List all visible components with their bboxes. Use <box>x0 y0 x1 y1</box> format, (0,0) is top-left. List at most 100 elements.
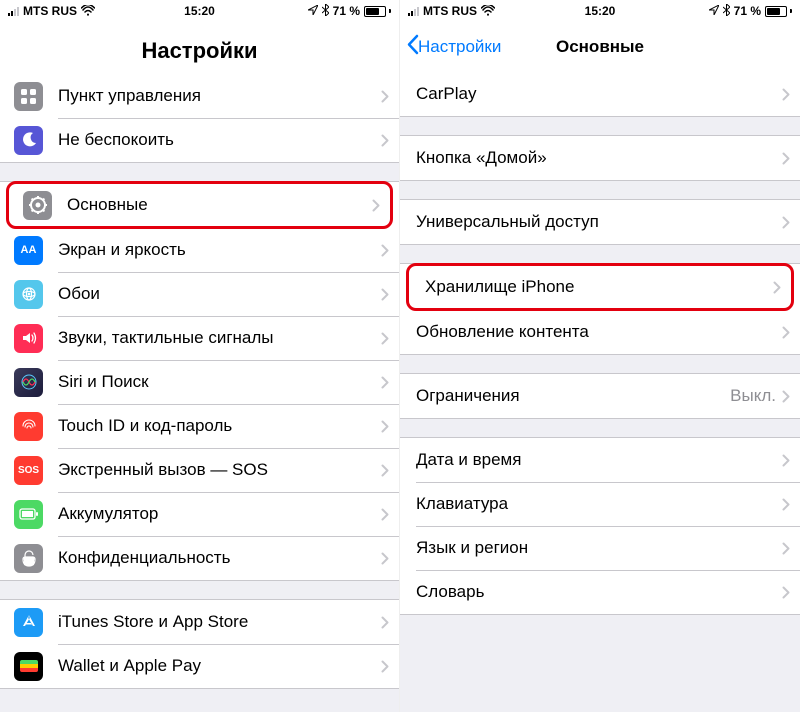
signal-icon <box>408 6 419 16</box>
nav-bar: Настройки Основные <box>400 22 800 72</box>
settings-row[interactable]: Основные <box>9 184 390 226</box>
highlighted-row: Хранилище iPhone <box>406 263 794 311</box>
battery-icon <box>364 6 391 17</box>
chevron-right-icon <box>381 85 389 107</box>
chevron-right-icon <box>782 449 790 471</box>
settings-group: Хранилище iPhone Обновление контента <box>400 263 800 355</box>
row-value: Выкл. <box>730 386 776 406</box>
settings-row[interactable]: iTunes Store и App Store <box>0 600 399 644</box>
settings-row[interactable]: Хранилище iPhone <box>409 266 791 308</box>
settings-group: Универсальный доступ <box>400 199 800 245</box>
row-label: Экран и яркость <box>58 240 381 260</box>
row-label: Язык и регион <box>416 538 782 558</box>
clock: 15:20 <box>184 4 215 18</box>
bluetooth-icon <box>322 4 329 19</box>
settings-group: Основные AAЭкран и яркостьОбои Звуки, такт… <box>0 181 399 581</box>
row-label: Аккумулятор <box>58 504 381 524</box>
settings-row[interactable]: Универсальный доступ <box>400 200 800 244</box>
settings-row[interactable]: Обои <box>0 272 399 316</box>
highlighted-row: Основные <box>6 181 393 229</box>
chevron-right-icon <box>782 211 790 233</box>
settings-group: ОграниченияВыкл. <box>400 373 800 419</box>
settings-row[interactable]: SOS Экстренный вызов — SOS <box>0 448 399 492</box>
appstore-icon <box>14 608 43 637</box>
battery-pct: 71 % <box>333 4 360 18</box>
row-label: Siri и Поиск <box>58 372 381 392</box>
settings-row[interactable]: Touch ID и код-пароль <box>0 404 399 448</box>
chevron-right-icon <box>782 581 790 603</box>
carrier-label: MTS RUS <box>423 4 477 18</box>
chevron-right-icon <box>782 321 790 343</box>
row-label: Touch ID и код-пароль <box>58 416 381 436</box>
row-label: Wallet и Apple Pay <box>58 656 381 676</box>
row-label: Не беспокоить <box>58 130 381 150</box>
row-label: Ограничения <box>416 386 730 406</box>
chevron-right-icon <box>381 283 389 305</box>
row-label: Словарь <box>416 582 782 602</box>
row-label: Кнопка «Домой» <box>416 148 782 168</box>
row-label: Универсальный доступ <box>416 212 782 232</box>
bluetooth-icon <box>723 4 730 19</box>
settings-row[interactable]: Wallet и Apple Pay <box>0 644 399 688</box>
settings-row[interactable]: Пункт управления <box>0 74 399 118</box>
settings-row[interactable]: Дата и время <box>400 438 800 482</box>
wifi-icon <box>81 5 95 18</box>
row-label: Звуки, тактильные сигналы <box>58 328 381 348</box>
row-label: Дата и время <box>416 450 782 470</box>
row-label: Обновление контента <box>416 322 782 342</box>
chevron-right-icon <box>381 459 389 481</box>
status-bar: MTS RUS 15:20 71 % <box>400 0 800 22</box>
location-icon <box>308 5 318 18</box>
settings-row[interactable]: AAЭкран и яркость <box>0 228 399 272</box>
row-label: Основные <box>67 195 372 215</box>
settings-row[interactable]: Обновление контента <box>400 310 800 354</box>
chevron-right-icon <box>773 276 781 298</box>
general-screen: MTS RUS 15:20 71 % <box>400 0 800 712</box>
row-label: Конфиденциальность <box>58 548 381 568</box>
chevron-right-icon <box>381 503 389 525</box>
settings-row[interactable]: Язык и регион <box>400 526 800 570</box>
chevron-right-icon <box>381 547 389 569</box>
sos-icon: SOS <box>14 456 43 485</box>
dnd-icon <box>14 126 43 155</box>
settings-group: Дата и время Клавиатура Язык и регион Слова… <box>400 437 800 615</box>
back-button[interactable]: Настройки <box>406 34 501 60</box>
battery-pct: 71 % <box>734 4 761 18</box>
settings-row[interactable]: Не беспокоить <box>0 118 399 162</box>
row-label: iTunes Store и App Store <box>58 612 381 632</box>
wallpaper-icon <box>14 280 43 309</box>
settings-row[interactable]: Siri и Поиск <box>0 360 399 404</box>
settings-row[interactable]: Звуки, тактильные сигналы <box>0 316 399 360</box>
settings-row[interactable]: Клавиатура <box>400 482 800 526</box>
settings-row[interactable]: CarPlay <box>400 72 800 116</box>
clock: 15:20 <box>585 4 616 18</box>
general-icon <box>23 191 52 220</box>
page-title: Настройки <box>141 38 257 64</box>
chevron-right-icon <box>782 385 790 407</box>
row-label: Экстренный вызов — SOS <box>58 460 381 480</box>
wifi-icon <box>481 5 495 18</box>
settings-group: Кнопка «Домой» <box>400 135 800 181</box>
row-label: Пункт управления <box>58 86 381 106</box>
settings-row[interactable]: Конфиденциальность <box>0 536 399 580</box>
sounds-icon <box>14 324 43 353</box>
chevron-right-icon <box>381 129 389 151</box>
back-label: Настройки <box>418 37 501 57</box>
settings-list: Пункт управления Не беспокоить Основные AAЭ… <box>0 74 399 712</box>
settings-row[interactable]: Аккумулятор <box>0 492 399 536</box>
settings-row[interactable]: ОграниченияВыкл. <box>400 374 800 418</box>
row-label: Хранилище iPhone <box>425 277 773 297</box>
status-bar: MTS RUS 15:20 71 % <box>0 0 399 22</box>
chevron-right-icon <box>782 493 790 515</box>
siri-icon <box>14 368 43 397</box>
chevron-right-icon <box>381 655 389 677</box>
settings-row[interactable]: Словарь <box>400 570 800 614</box>
row-label: CarPlay <box>416 84 782 104</box>
battery-icon <box>765 6 792 17</box>
chevron-right-icon <box>782 147 790 169</box>
settings-group: CarPlay <box>400 72 800 117</box>
privacy-icon <box>14 544 43 573</box>
settings-row[interactable]: Кнопка «Домой» <box>400 136 800 180</box>
chevron-right-icon <box>782 83 790 105</box>
row-label: Клавиатура <box>416 494 782 514</box>
